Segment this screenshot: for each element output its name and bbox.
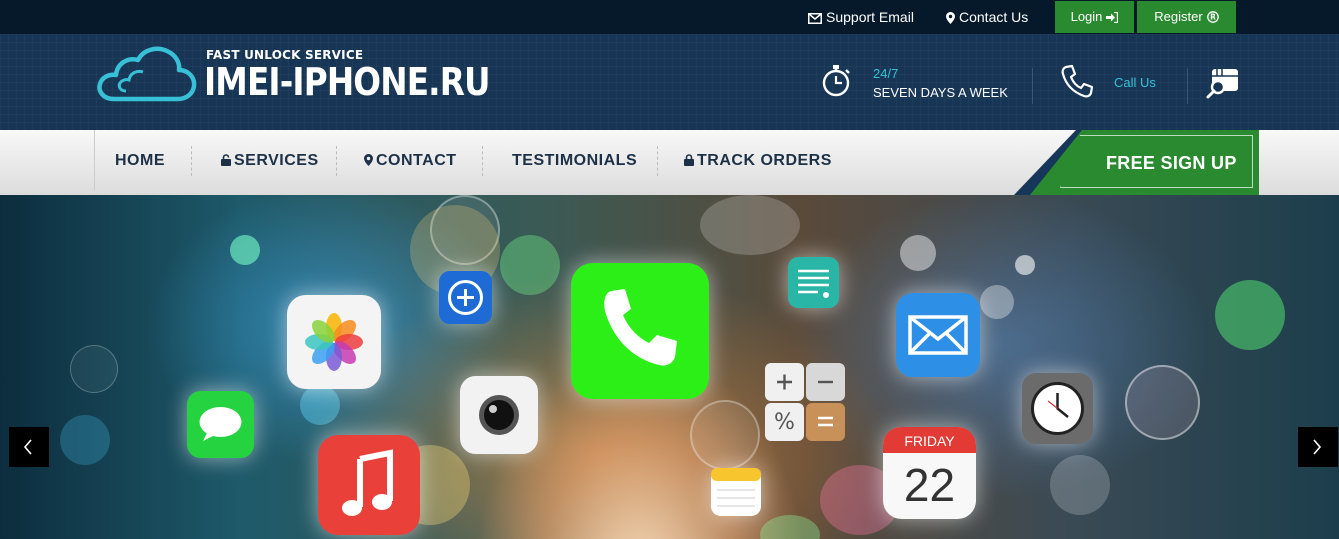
login-button[interactable]: Login (1055, 1, 1134, 33)
bokeh-light (700, 195, 800, 255)
hours-line1: 24/7 (873, 66, 899, 81)
nav-item-label: SERVICES (234, 152, 319, 169)
slider-next-button[interactable] (1298, 427, 1338, 467)
clock-app-icon (1022, 373, 1093, 444)
music-app-icon (318, 435, 420, 535)
nav-item-home[interactable]: HOME (115, 130, 165, 190)
bokeh-light (230, 235, 260, 265)
main-navigation-bar: HOME SERVICES CONTACT TESTIMONIALS TRACK… (0, 130, 1339, 195)
bokeh-light (500, 235, 560, 295)
header-divider (1032, 68, 1033, 104)
notes-list-app-icon (788, 257, 839, 308)
bokeh-light (690, 400, 760, 470)
bokeh-light (900, 235, 936, 271)
site-logo[interactable]: FAST UNLOCK SERVICE IMEI-IPHONE.RU (96, 42, 491, 112)
nav-item-label: TESTIMONIALS (512, 152, 638, 169)
support-email-link[interactable]: Support Email (808, 0, 914, 34)
hours-line2: SEVEN DAYS A WEEK (873, 85, 1008, 100)
svg-text:%: % (774, 410, 795, 435)
nav-item-track-orders[interactable]: TRACK ORDERS (684, 130, 832, 190)
slider-prev-button[interactable] (9, 427, 49, 467)
chevron-right-icon (1313, 439, 1322, 455)
bokeh-light (1215, 280, 1285, 350)
nav-item-contact[interactable]: CONTACT (364, 130, 457, 190)
cloud-logo-icon (97, 46, 197, 102)
nav-divider (336, 146, 337, 176)
nav-item-label: TRACK ORDERS (697, 152, 832, 169)
free-signup-label: FREE SIGN UP (1106, 153, 1237, 173)
nav-divider (191, 146, 192, 176)
phone-icon (1061, 64, 1094, 98)
chevron-left-icon (23, 439, 32, 455)
bokeh-light (70, 345, 118, 393)
photos-app-icon (287, 295, 381, 389)
hero-slider: % FRIDAY 22 (0, 195, 1339, 539)
map-marker-icon (946, 12, 955, 24)
bokeh-light (1015, 255, 1035, 275)
mail-app-icon (896, 293, 980, 377)
messages-app-icon (187, 391, 254, 458)
search-icon[interactable] (1206, 67, 1240, 99)
stopwatch-icon (822, 65, 850, 97)
phone-app-icon (571, 263, 709, 399)
bokeh-light (1050, 455, 1110, 515)
nav-item-testimonials[interactable]: TESTIMONIALS (512, 130, 637, 190)
call-us-label: Call Us (1114, 75, 1156, 90)
calculator-app-icon: % (765, 363, 845, 441)
nav-item-label: CONTACT (376, 152, 457, 169)
main-menu: HOME SERVICES CONTACT TESTIMONIALS TRACK… (94, 130, 1074, 190)
support-email-label: Support Email (826, 9, 914, 25)
bokeh-light (300, 385, 340, 425)
nav-divider (482, 146, 483, 176)
calendar-day: FRIDAY (904, 433, 955, 449)
register-button[interactable]: Register R (1137, 1, 1236, 33)
contact-us-label: Contact Us (959, 9, 1029, 25)
notes-app-icon (711, 468, 761, 516)
camera-app-icon (460, 376, 538, 454)
logo-brand: IMEI-IPHONE.RU (204, 60, 491, 104)
bokeh-light (760, 515, 820, 539)
calendar-date: 22 (903, 459, 956, 511)
add-app-icon (439, 271, 492, 324)
lock-icon (684, 154, 694, 166)
lock-icon (221, 154, 231, 166)
sign-in-icon (1106, 11, 1119, 24)
contact-us-link[interactable]: Contact Us (946, 0, 1028, 34)
login-label: Login (1070, 9, 1103, 24)
nav-divider (657, 146, 658, 176)
calendar-app-icon: FRIDAY 22 (883, 427, 976, 519)
bokeh-light (1125, 365, 1200, 440)
bokeh-light (980, 285, 1014, 319)
top-bar: Support Email Contact Us Login Register R (0, 0, 1339, 34)
hours-info: 24/7 SEVEN DAYS A WEEK (822, 34, 1022, 130)
nav-item-services[interactable]: SERVICES (221, 130, 319, 190)
nav-item-label: HOME (115, 152, 165, 169)
envelope-icon (808, 13, 822, 24)
bokeh-light (60, 415, 110, 465)
site-header: FAST UNLOCK SERVICE IMEI-IPHONE.RU 24/7 … (0, 34, 1339, 130)
svg-text:R: R (1210, 13, 1216, 22)
header-divider (1187, 68, 1188, 104)
map-marker-icon (364, 154, 373, 166)
call-us-info[interactable]: Call Us (1060, 34, 1170, 130)
register-label: Register (1154, 9, 1203, 24)
registered-icon: R (1206, 11, 1219, 23)
